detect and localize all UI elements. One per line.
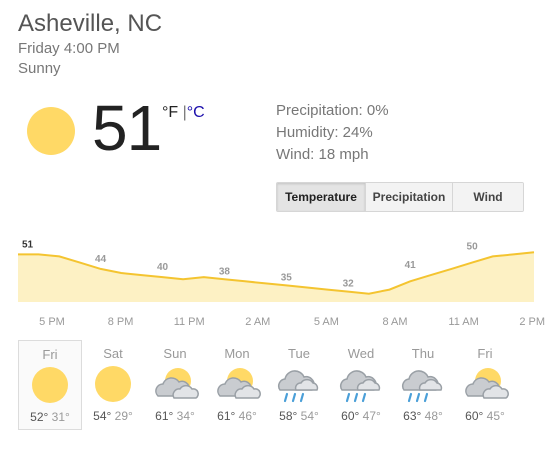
day-low: 34° bbox=[176, 409, 195, 423]
tab-wind[interactable]: Wind bbox=[452, 183, 523, 211]
day-high: 52° bbox=[30, 410, 49, 424]
date-time: Friday 4:00 PM bbox=[18, 40, 120, 57]
day-temps: 60° 45° bbox=[454, 409, 516, 423]
partly-cloudy-icon bbox=[206, 363, 268, 405]
x-axis-tick-label: 2 PM bbox=[519, 316, 546, 328]
day-high: 54° bbox=[93, 409, 112, 423]
forecast-day-sun[interactable]: Sun 61° 34° bbox=[144, 340, 206, 428]
unit-toggle: °F |°C bbox=[162, 104, 205, 122]
temperature-chart: 51 44 40 38 35 32 41 50 bbox=[18, 239, 535, 302]
chart-x-axis: 5 PM 8 PM 11 PM 2 AM 5 AM 8 AM 11 AM 2 PM bbox=[0, 316, 555, 332]
day-high: 61° bbox=[217, 409, 236, 423]
tab-precipitation[interactable]: Precipitation bbox=[365, 183, 452, 211]
x-axis-tick-label: 2 AM bbox=[245, 316, 271, 328]
daily-forecast: Fri 52° 31° Sat 54° 29° Sun 61° 34° Mon 61° 46°… bbox=[18, 340, 516, 430]
rain-icon bbox=[392, 363, 454, 405]
day-low: 46° bbox=[238, 409, 257, 423]
day-name: Thu bbox=[411, 346, 435, 361]
chart-point-label: 51 bbox=[22, 239, 34, 250]
day-high: 60° bbox=[341, 409, 360, 423]
day-name: Mon bbox=[224, 346, 250, 361]
day-temps: 54° 29° bbox=[82, 409, 144, 423]
forecast-day-sat[interactable]: Sat 54° 29° bbox=[82, 340, 144, 428]
forecast-day-wed[interactable]: Wed 60° 47° bbox=[330, 340, 392, 428]
forecast-day-thu[interactable]: Thu 63° 48° bbox=[392, 340, 454, 428]
chart-point-label: 38 bbox=[219, 266, 231, 277]
day-low: 54° bbox=[300, 409, 319, 423]
condition-text: Sunny bbox=[18, 60, 61, 77]
partly-cloudy-icon bbox=[454, 363, 516, 405]
x-axis-tick-label: 11 AM bbox=[448, 316, 479, 328]
day-temps: 61° 34° bbox=[144, 409, 206, 423]
location-title: Asheville, NC bbox=[18, 10, 163, 37]
day-name: Wed bbox=[347, 346, 375, 361]
x-axis-tick-label: 11 PM bbox=[173, 316, 205, 328]
chart-point-label: 35 bbox=[281, 273, 293, 284]
current-temperature: 51 bbox=[92, 92, 162, 164]
humidity-stat: Humidity: 24% bbox=[276, 124, 373, 141]
precipitation-stat: Precipitation: 0% bbox=[276, 102, 389, 119]
x-axis-tick-label: 5 PM bbox=[39, 316, 65, 328]
forecast-day-fri[interactable]: Fri 52° 31° bbox=[18, 340, 82, 430]
day-low: 31° bbox=[51, 410, 70, 424]
day-low: 47° bbox=[362, 409, 381, 423]
day-high: 63° bbox=[403, 409, 422, 423]
day-high: 61° bbox=[155, 409, 174, 423]
day-low: 29° bbox=[114, 409, 133, 423]
tab-temperature[interactable]: Temperature bbox=[277, 183, 365, 211]
partly-cloudy-icon bbox=[144, 363, 206, 405]
day-temps: 58° 54° bbox=[268, 409, 330, 423]
day-low: 48° bbox=[424, 409, 443, 423]
wind-stat: Wind: 18 mph bbox=[276, 146, 369, 163]
unit-celsius-link[interactable]: °C bbox=[187, 104, 205, 121]
unit-fahrenheit[interactable]: °F bbox=[162, 104, 178, 121]
forecast-day-fri[interactable]: Fri 60° 45° bbox=[454, 340, 516, 428]
day-high: 60° bbox=[465, 409, 484, 423]
sun-icon bbox=[19, 364, 81, 406]
rain-icon bbox=[268, 363, 330, 405]
chart-point-label: 50 bbox=[467, 241, 479, 252]
day-name: Fri bbox=[42, 347, 58, 362]
day-name: Tue bbox=[288, 346, 310, 361]
chart-tabs: Temperature Precipitation Wind bbox=[276, 182, 524, 212]
sun-icon bbox=[26, 106, 76, 161]
sun-icon bbox=[82, 363, 144, 405]
day-name: Fri bbox=[477, 346, 493, 361]
day-name: Sat bbox=[103, 346, 123, 361]
rain-icon bbox=[330, 363, 392, 405]
x-axis-tick-label: 8 PM bbox=[107, 316, 134, 328]
forecast-day-mon[interactable]: Mon 61° 46° bbox=[206, 340, 268, 428]
forecast-day-tue[interactable]: Tue 58° 54° bbox=[268, 340, 330, 428]
day-temps: 52° 31° bbox=[19, 410, 81, 424]
chart-point-label: 41 bbox=[405, 260, 417, 271]
x-axis-tick-label: 8 AM bbox=[382, 316, 408, 328]
chart-point-label: 40 bbox=[157, 262, 169, 273]
day-high: 58° bbox=[279, 409, 298, 423]
chart-point-label: 44 bbox=[95, 254, 107, 265]
day-temps: 63° 48° bbox=[392, 409, 454, 423]
day-name: Sun bbox=[163, 346, 187, 361]
day-temps: 60° 47° bbox=[330, 409, 392, 423]
chart-point-label: 32 bbox=[343, 279, 355, 290]
x-axis-tick-label: 5 AM bbox=[313, 316, 339, 328]
day-low: 45° bbox=[486, 409, 505, 423]
day-temps: 61° 46° bbox=[206, 409, 268, 423]
